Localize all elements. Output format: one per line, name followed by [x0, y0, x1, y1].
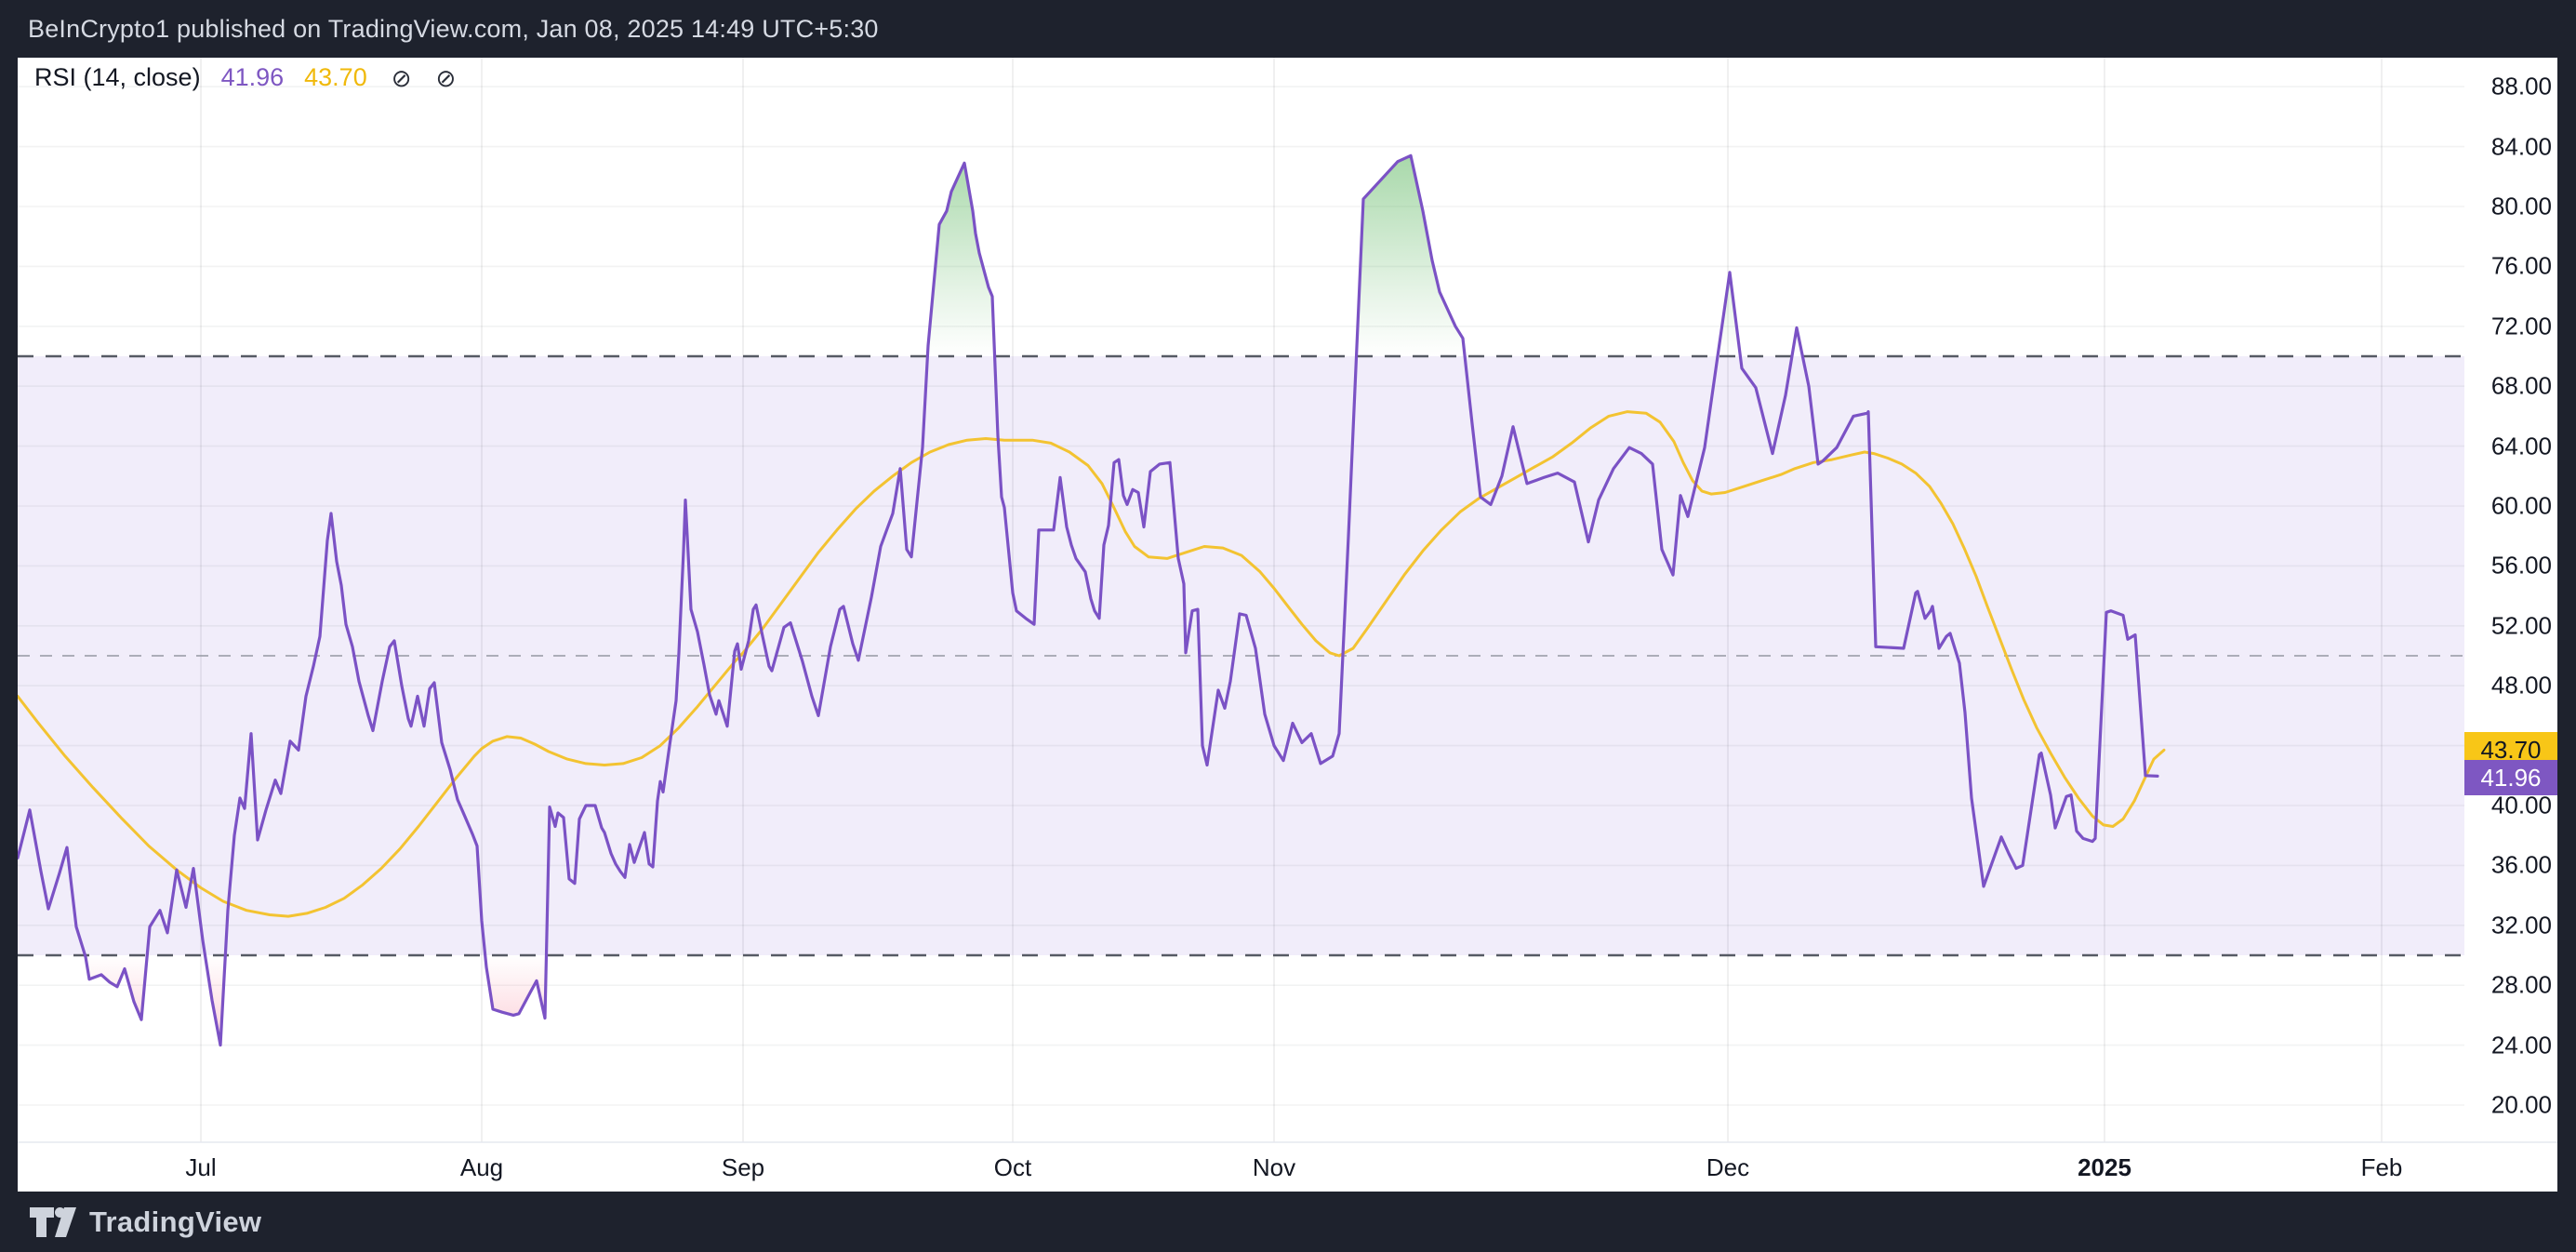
y-axis-label: 72.00 [2466, 312, 2552, 340]
y-axis-label: 68.00 [2466, 372, 2552, 401]
x-axis-label: Feb [2361, 1153, 2403, 1182]
y-axis-label: 28.00 [2466, 971, 2552, 1000]
hide-rsi-icon[interactable]: ⊘ [392, 66, 412, 90]
publish-bar: BeInCrypto1 published on TradingView.com… [0, 0, 2576, 58]
overbought-fill [927, 163, 994, 356]
rsi-price-label: 41.96 [2464, 760, 2557, 795]
y-axis-label: 64.00 [2466, 432, 2552, 460]
overbought-fill [1357, 155, 1466, 356]
footer-brand-text: TradingView [89, 1205, 261, 1239]
indicator-legend: RSI (14, close) 41.96 43.70 ⊘ ⊘ [34, 63, 456, 92]
rsi-chart [18, 58, 2557, 1192]
y-axis-label: 84.00 [2466, 132, 2552, 161]
y-axis-label: 24.00 [2466, 1031, 2552, 1059]
publish-text: BeInCrypto1 published on TradingView.com… [28, 15, 879, 44]
y-axis-label: 36.00 [2466, 851, 2552, 880]
y-axis-label: 80.00 [2466, 193, 2552, 221]
x-axis-label: Jul [185, 1153, 216, 1182]
y-axis-label: 48.00 [2466, 672, 2552, 700]
legend-ma-value: 43.70 [304, 63, 367, 92]
legend-title: RSI (14, close) [34, 63, 201, 92]
footer-bar: TradingView [0, 1192, 2576, 1252]
tradingview-snapshot: BeInCrypto1 published on TradingView.com… [0, 0, 2576, 1252]
y-axis-label: 76.00 [2466, 252, 2552, 281]
x-axis-label: 2025 [2078, 1153, 2131, 1182]
x-axis-label: Nov [1253, 1153, 1295, 1182]
legend-rsi-value: 41.96 [221, 63, 285, 92]
x-axis-label: Oct [994, 1153, 1031, 1182]
y-axis-label: 52.00 [2466, 611, 2552, 640]
chart-panel: RSI (14, close) 41.96 43.70 ⊘ ⊘ 88.00 84.… [18, 58, 2557, 1192]
tradingview-logo [28, 1205, 78, 1240]
x-axis-label: Sep [722, 1153, 764, 1182]
hide-ma-icon[interactable]: ⊘ [436, 66, 457, 90]
y-axis-label: 88.00 [2466, 73, 2552, 101]
y-axis-label: 32.00 [2466, 911, 2552, 939]
x-axis-label: Aug [460, 1153, 503, 1182]
y-axis-label: 56.00 [2466, 552, 2552, 580]
y-axis-label: 60.00 [2466, 492, 2552, 521]
x-axis-label: Dec [1706, 1153, 1749, 1182]
y-axis-label: 20.00 [2466, 1091, 2552, 1120]
